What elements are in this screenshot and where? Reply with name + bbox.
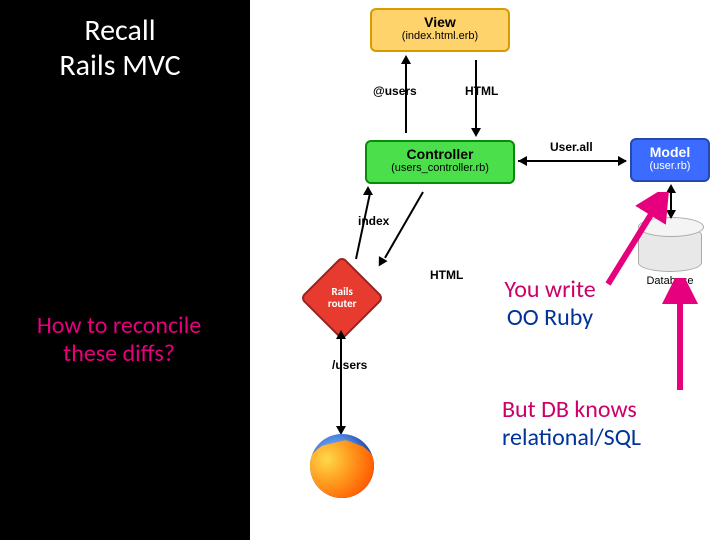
model-sub: (user.rb) <box>632 160 708 172</box>
browser-firefox-icon <box>310 434 374 498</box>
arrow-line <box>405 63 407 133</box>
view-box: View (index.html.erb) <box>370 8 510 52</box>
pink-arrow-database <box>650 278 710 398</box>
oo-ruby-line2: OO Ruby <box>499 304 601 332</box>
title-line2: Rails MVC <box>30 49 210 84</box>
view-sub: (index.html.erb) <box>372 30 508 42</box>
annotation-oo-ruby: You write OO Ruby <box>495 274 605 333</box>
pink-arrow-model <box>598 192 678 292</box>
reconcile-line2: these diffs? <box>14 340 224 368</box>
arrow-line <box>384 192 424 259</box>
slide-title: Recall Rails MVC <box>30 14 210 83</box>
controller-box: Controller (users_controller.rb) <box>365 140 515 184</box>
arrowhead-icon <box>618 156 627 166</box>
arrowhead-icon <box>401 55 411 64</box>
controller-sub: (users_controller.rb) <box>367 162 513 174</box>
db-rel-line2: relational/SQL <box>502 424 664 452</box>
label-at-users: @users <box>373 84 417 98</box>
arrowhead-icon <box>336 330 346 339</box>
label-user-all: User.all <box>550 140 593 154</box>
label-html-mid: HTML <box>430 268 463 282</box>
label-slash-users: /users <box>332 358 367 372</box>
router-node: Rails router <box>300 256 385 341</box>
reconcile-question: How to reconcile these diffs? <box>14 312 224 367</box>
arrow-line <box>475 60 477 130</box>
reconcile-line1: How to reconcile <box>14 312 224 340</box>
db-rel-line1: But DB knows <box>502 396 664 424</box>
oo-ruby-line1: You write <box>499 276 601 304</box>
title-line1: Recall <box>30 14 210 49</box>
label-html-top: HTML <box>465 84 498 98</box>
arrow-line <box>518 160 626 162</box>
router-label: Rails router <box>328 286 357 310</box>
arrowhead-icon <box>518 156 527 166</box>
router-line1: Rails <box>331 285 352 298</box>
view-title: View <box>372 14 508 30</box>
model-title: Model <box>632 144 708 160</box>
controller-title: Controller <box>367 146 513 162</box>
router-line2: router <box>328 297 357 310</box>
model-box: Model (user.rb) <box>630 138 710 182</box>
arrowhead-icon <box>363 186 373 195</box>
annotation-db-rel: But DB knows relational/SQL <box>498 394 668 453</box>
arrowhead-icon <box>471 128 481 137</box>
arrow-line <box>340 336 342 432</box>
